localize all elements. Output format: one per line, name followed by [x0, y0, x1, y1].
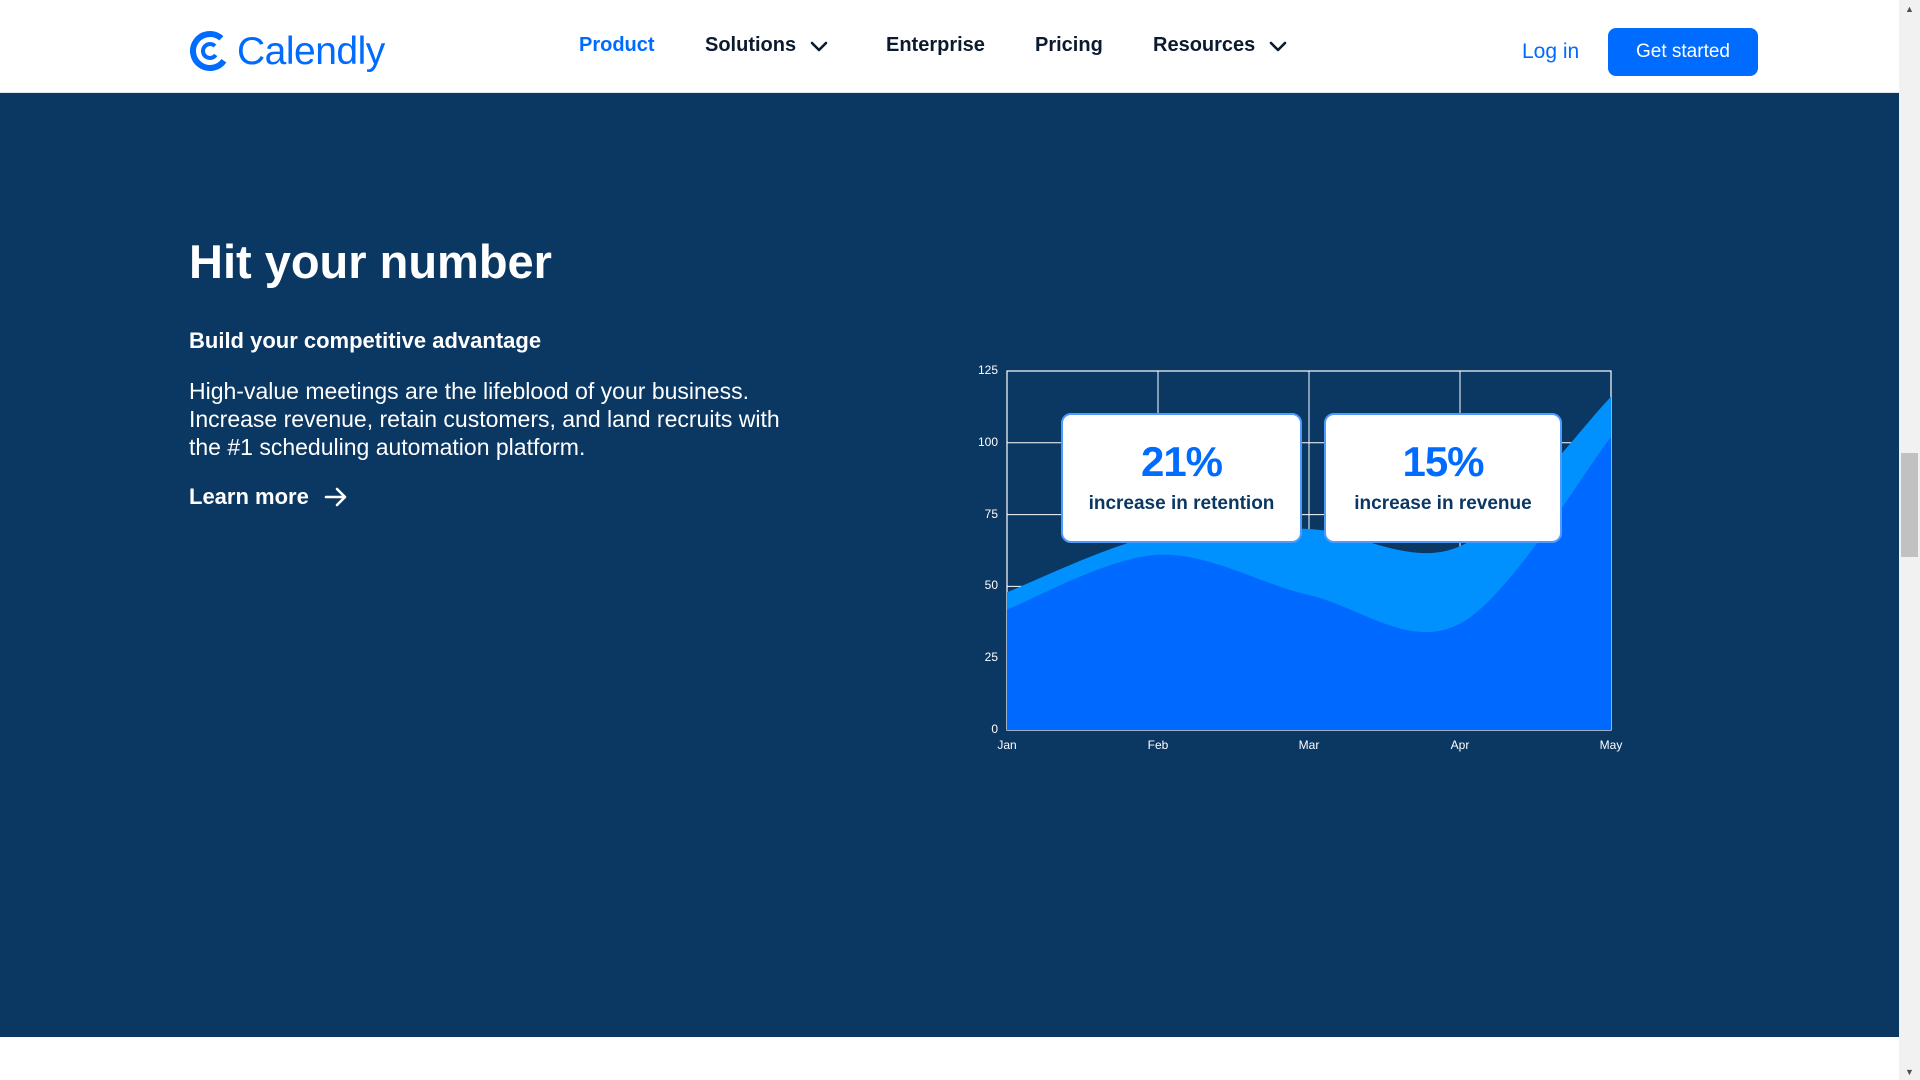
stat-value: 15% — [1402, 438, 1484, 485]
login-link[interactable]: Log in — [1522, 40, 1579, 64]
stat-label: increase in retention — [1088, 493, 1275, 514]
chevron-down-icon — [1269, 41, 1287, 51]
site-header: Calendly Product Solutions Enterprise Pr… — [0, 0, 1899, 93]
nav-item-label: Resources — [1153, 34, 1256, 56]
nav-item-label: Solutions — [705, 34, 797, 56]
next-section — [0, 1037, 1899, 1080]
nav-item-resources[interactable]: Resources — [1153, 34, 1289, 57]
logo-wordmark: Calendly — [237, 29, 385, 73]
learn-more-link[interactable]: Learn more — [189, 484, 349, 510]
get-started-button[interactable]: Get started — [1608, 28, 1758, 76]
nav-item-label: Enterprise — [886, 34, 985, 56]
learn-more-label: Learn more — [189, 484, 309, 509]
calendly-logo[interactable]: Calendly — [189, 26, 385, 76]
y-tick-label: 125 — [977, 363, 998, 377]
arrow-right-icon — [324, 487, 347, 507]
hero-subtitle: Build your competitive advantage — [189, 328, 542, 353]
page-scrollbar[interactable]: ▲ ▼ — [1899, 0, 1920, 1080]
hero-title: Hit your number — [189, 235, 552, 288]
nav-item-label: Product — [579, 34, 655, 56]
y-tick-label: 50 — [984, 578, 998, 593]
x-tick-label: May — [1599, 738, 1623, 752]
chevron-down-icon — [810, 41, 828, 51]
growth-chart: 21% increase in retention 15% increase i… — [960, 355, 1622, 775]
nav-item-label: Pricing — [1035, 34, 1103, 56]
hero-body: High-value meetings are the lifeblood of… — [189, 378, 780, 460]
nav-item-product[interactable]: Product — [579, 34, 655, 57]
y-tick-label: 100 — [977, 434, 998, 449]
nav-item-enterprise[interactable]: Enterprise — [886, 34, 985, 57]
y-tick-label: 0 — [991, 722, 998, 736]
page: Calendly Product Solutions Enterprise Pr… — [0, 0, 1899, 1080]
y-tick-label: 75 — [984, 506, 998, 521]
x-tick-label: Apr — [1450, 738, 1470, 752]
nav-item-pricing[interactable]: Pricing — [1035, 34, 1103, 57]
x-tick-label: Jan — [997, 738, 1017, 752]
calendly-logo-icon — [190, 31, 230, 71]
stat-label: increase in revenue — [1354, 493, 1532, 514]
stat-value: 21% — [1140, 438, 1223, 485]
scroll-down-icon[interactable]: ▼ — [1899, 1063, 1920, 1080]
scroll-up-icon[interactable]: ▲ — [1899, 0, 1920, 17]
x-tick-label: Feb — [1147, 738, 1169, 752]
nav-item-solutions[interactable]: Solutions — [705, 34, 830, 57]
scrollbar-thumb[interactable] — [1901, 453, 1918, 557]
y-tick-label: 25 — [984, 650, 998, 665]
stat-card-retention: 21% increase in retention — [1061, 413, 1302, 543]
stat-card-revenue: 15% increase in revenue — [1324, 413, 1562, 543]
x-tick-label: Mar — [1298, 738, 1320, 752]
